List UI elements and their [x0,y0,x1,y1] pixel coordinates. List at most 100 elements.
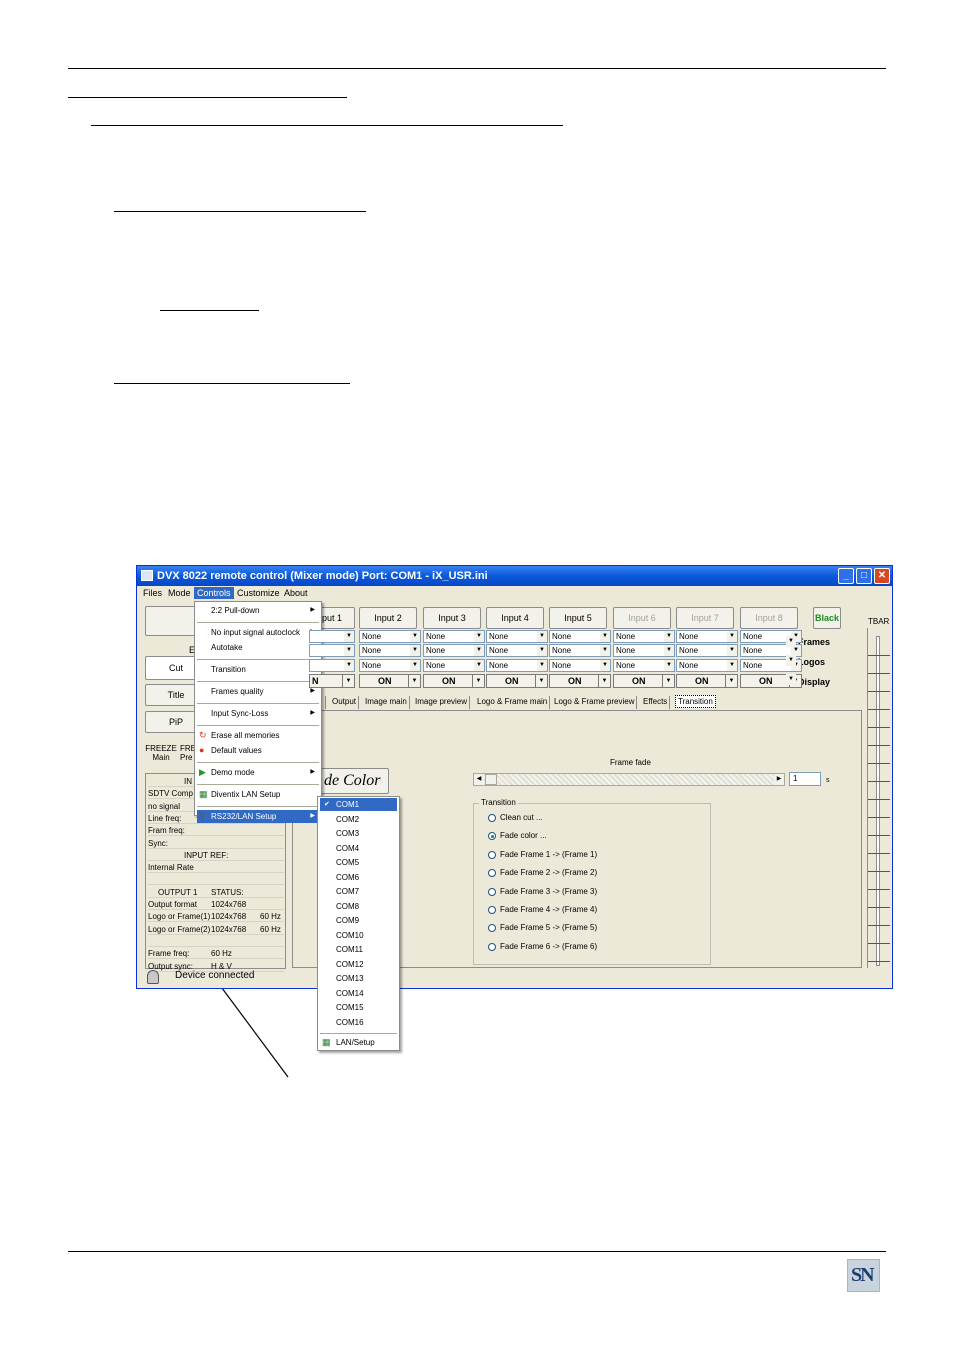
combo-value: None [743,661,763,670]
input-1-combo-3[interactable]: ▼ [309,659,355,672]
transition-option[interactable]: Fade Frame 1 -> (Frame 1) [488,849,597,861]
controls-menu-item[interactable]: Input Sync-Loss ▶ [197,707,319,720]
scroll-right-arrow[interactable]: ▶ [774,774,784,785]
input-3-combo-2[interactable]: None ▼ [423,644,485,657]
com-port-item[interactable]: COM3 [320,827,397,840]
controls-menu-item[interactable]: Transition▶ [197,663,319,676]
input-6-on-button[interactable]: ON ▼ [613,674,675,688]
com-port-item[interactable]: COM10 [320,929,397,942]
freeze-main-button[interactable]: FREEZE Main [144,744,178,762]
input-3-on-button[interactable]: ON ▼ [423,674,485,688]
transition-option[interactable]: Fade Frame 2 -> (Frame 2) [488,867,597,879]
input-5-on-button[interactable]: ON ▼ [549,674,611,688]
input-7-combo-1[interactable]: None ▼ [676,630,738,643]
tab-effects[interactable]: Effects [641,696,671,709]
menu-mode[interactable]: Mode [165,587,194,599]
com-port-item[interactable]: COM15 [320,1001,397,1014]
transition-option[interactable]: Fade Frame 6 -> (Frame 6) [488,941,597,953]
controls-menu-item[interactable]: ● Default values [197,744,319,757]
input-4-combo-2[interactable]: None ▼ [486,644,548,657]
tab-image-preview[interactable]: Image preview [413,696,471,709]
com-port-item[interactable]: COM5 [320,856,397,869]
black-row-combo-2[interactable]: ▼ [784,655,796,668]
input-7-combo-3[interactable]: None ▼ [676,659,738,672]
input-7-on-button[interactable]: ON ▼ [676,674,738,688]
close-button[interactable]: ✕ [874,568,890,584]
menu-files[interactable]: Files [140,587,165,599]
com-port-item[interactable]: COM2 [320,813,397,826]
controls-menu-item[interactable]: ⚲ RS232/LAN Setup ▶ [197,810,319,823]
com-port-item[interactable]: COM12 [320,958,397,971]
input-6-combo-1[interactable]: None ▼ [613,630,675,643]
com-port-item[interactable]: COM9 [320,914,397,927]
input-2-combo-3[interactable]: None ▼ [359,659,421,672]
tab-transition[interactable]: Transition [675,695,716,708]
transition-option[interactable]: Fade color ... [488,830,547,842]
input-5-combo-1[interactable]: None ▼ [549,630,611,643]
tab-logo-frame-preview[interactable]: Logo & Frame preview [552,696,638,709]
menu-about[interactable]: About [281,587,311,599]
input-7-button[interactable]: Input 7 [676,607,734,629]
input-1-combo-2[interactable]: ▼ [309,644,355,657]
input-2-button[interactable]: Input 2 [359,607,417,629]
transition-option[interactable]: Fade Frame 4 -> (Frame 4) [488,904,597,916]
controls-menu-item[interactable]: Frames quality ▶ [197,685,319,698]
controls-menu-item[interactable]: Autotake▶ [197,641,319,654]
input-2-on-button[interactable]: ON ▼ [359,674,421,688]
controls-menu-item[interactable]: No input signal autoclock▶ [197,626,319,639]
scroll-thumb[interactable] [485,774,497,785]
input-5-combo-3[interactable]: None ▼ [549,659,611,672]
com-port-item[interactable]: COM4 [320,842,397,855]
com-port-item[interactable]: COM6 [320,871,397,884]
tbar-slider[interactable] [867,628,890,968]
transition-option[interactable]: Fade Frame 3 -> (Frame 3) [488,886,597,898]
input-4-on-button[interactable]: ON ▼ [486,674,548,688]
input-3-button[interactable]: Input 3 [423,607,481,629]
tab-image-main[interactable]: Image main [363,696,410,709]
controls-menu-item[interactable]: ▦ Diventix LAN Setup [197,788,319,801]
lan-setup-item[interactable]: ▦ LAN/Setup [320,1036,397,1049]
input-5-button[interactable]: Input 5 [549,607,607,629]
maximize-button[interactable]: □ [856,568,872,584]
input-4-button[interactable]: Input 4 [486,607,544,629]
com-port-item[interactable]: COM11 [320,943,397,956]
black-button[interactable]: Black [813,607,841,629]
input-7-combo-2[interactable]: None ▼ [676,644,738,657]
frame-fade-value[interactable]: 1 [789,772,821,786]
com-port-item[interactable]: COM7 [320,885,397,898]
input-4-combo-1[interactable]: None ▼ [486,630,548,643]
tab-logo-frame-main[interactable]: Logo & Frame main [475,696,551,709]
input-2-combo-1[interactable]: None ▼ [359,630,421,643]
controls-menu-item[interactable]: ▶ Demo mode ▶ [197,766,319,779]
input-1-combo-1[interactable]: ▼ [309,630,355,643]
menu-controls[interactable]: Controls [194,587,234,599]
input-3-combo-1[interactable]: None ▼ [423,630,485,643]
input-8-button[interactable]: Input 8 [740,607,798,629]
menu-customize[interactable]: Customize [234,587,283,599]
transition-option[interactable]: Fade Frame 5 -> (Frame 5) [488,922,597,934]
tab-output[interactable]: Output [330,696,360,709]
frame-fade-scrollbar[interactable]: ◀ ▶ [473,773,785,786]
black-row-combo-3[interactable]: ▼ [784,674,796,687]
controls-menu-item[interactable]: ↻ Erase all memories [197,729,319,742]
input-6-combo-2[interactable]: None ▼ [613,644,675,657]
com-port-item[interactable]: ✔ COM1 [320,798,397,811]
fade-color-button[interactable]: de Color [319,768,389,794]
com-port-item[interactable]: COM14 [320,987,397,1000]
chevron-down-icon: ▼ [786,655,796,666]
com-port-item[interactable]: COM13 [320,972,397,985]
scroll-left-arrow[interactable]: ◀ [474,774,484,785]
input-6-button[interactable]: Input 6 [613,607,671,629]
transition-option[interactable]: Clean cut ... [488,812,543,824]
input-5-combo-2[interactable]: None ▼ [549,644,611,657]
minimize-button[interactable]: _ [838,568,854,584]
input-2-combo-2[interactable]: None ▼ [359,644,421,657]
com-port-item[interactable]: COM8 [320,900,397,913]
input-6-combo-3[interactable]: None ▼ [613,659,675,672]
com-port-item[interactable]: COM16 [320,1016,397,1029]
input-4-combo-3[interactable]: None ▼ [486,659,548,672]
black-row-combo-1[interactable]: ▼ [784,636,796,649]
input-1-on-button[interactable]: N ▼ [309,674,355,688]
controls-menu-item[interactable]: 2:2 Pull-down ▶ [197,604,319,617]
input-3-combo-3[interactable]: None ▼ [423,659,485,672]
